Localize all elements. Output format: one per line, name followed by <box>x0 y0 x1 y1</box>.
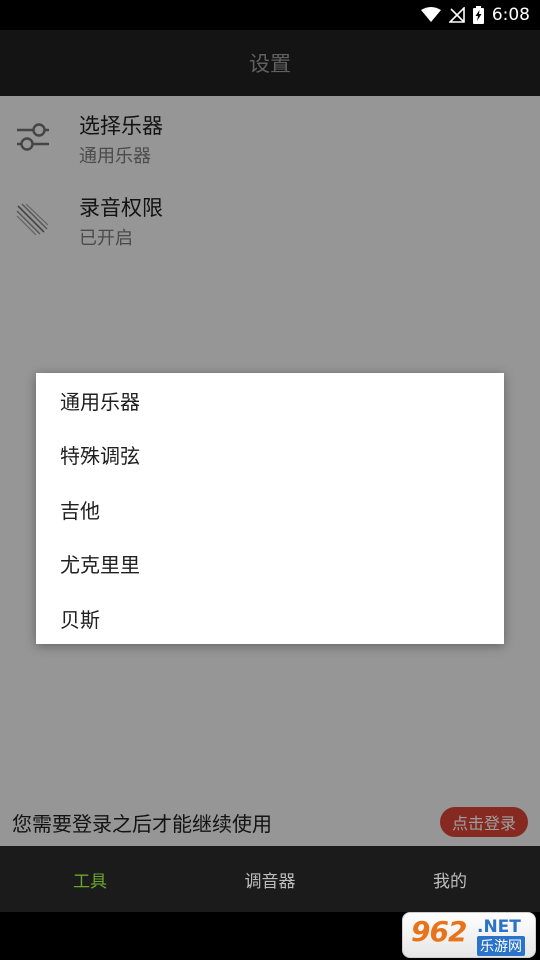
no-signal-icon <box>448 7 465 23</box>
dialog-option-bass[interactable]: 贝斯 <box>36 591 504 646</box>
nav-item-tools[interactable]: 工具 <box>0 846 180 912</box>
watermark-number: 962 <box>411 915 467 948</box>
dialog-option-general[interactable]: 通用乐器 <box>36 373 504 428</box>
watermark-logo: 962 .NET 乐游网 <box>402 912 536 958</box>
watermark-net: .NET <box>477 917 521 937</box>
nav-item-mine[interactable]: 我的 <box>360 846 540 912</box>
bottom-nav: 工具 调音器 我的 <box>0 846 540 912</box>
instrument-dialog: 通用乐器 特殊调弦 吉他 尤克里里 贝斯 <box>36 373 504 644</box>
dialog-option-special-tuning[interactable]: 特殊调弦 <box>36 428 504 483</box>
watermark-site: 乐游网 <box>477 936 525 956</box>
system-nav-bar: 962 .NET 乐游网 <box>0 912 540 960</box>
nav-item-tuner[interactable]: 调音器 <box>180 846 360 912</box>
status-time: 6:08 <box>491 5 530 25</box>
dialog-option-ukulele[interactable]: 尤克里里 <box>36 537 504 592</box>
status-icons: 6:08 <box>420 4 530 26</box>
status-bar: 6:08 <box>0 0 540 30</box>
screen: 6:08 设置 选择乐器 通用乐器 录音权限 已开启 您需要登录之后才能继续使用… <box>0 0 540 960</box>
wifi-icon <box>420 7 441 22</box>
dialog-option-guitar[interactable]: 吉他 <box>36 482 504 537</box>
battery-charging-icon <box>472 6 484 24</box>
